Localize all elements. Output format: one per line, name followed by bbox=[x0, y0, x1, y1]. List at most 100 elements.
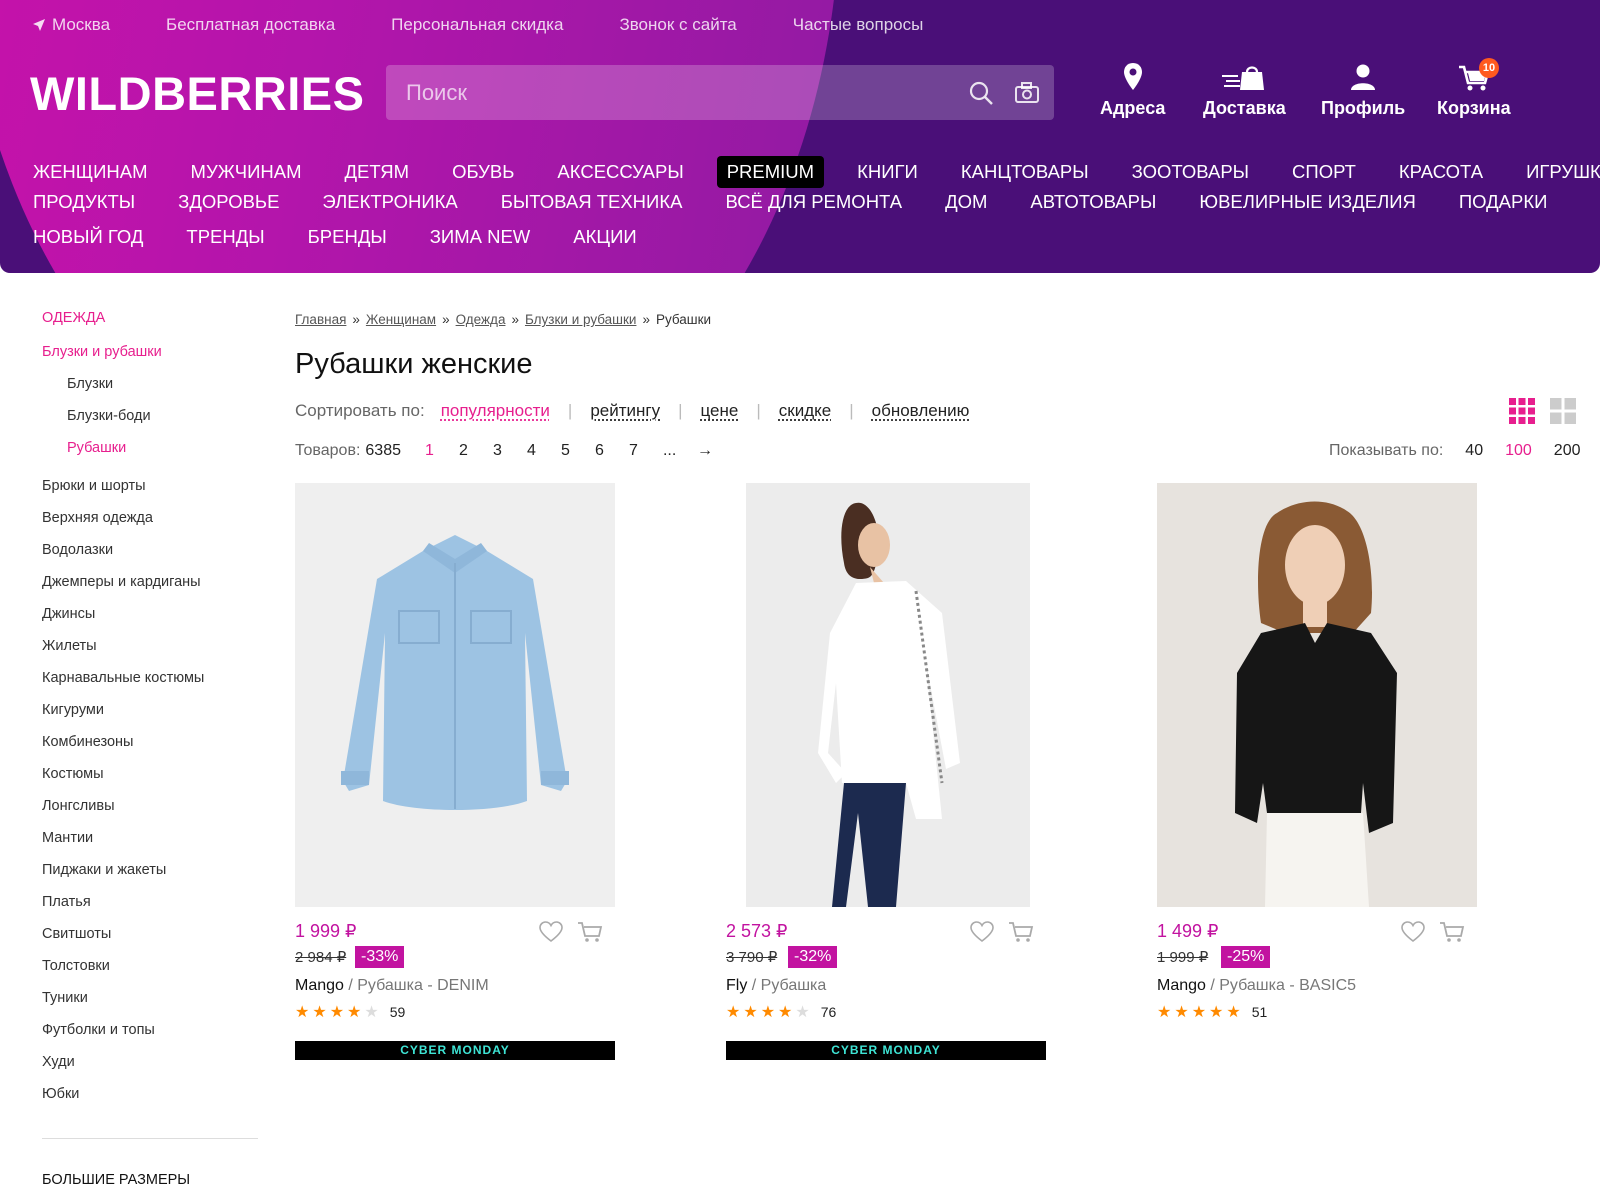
breadcrumb-link[interactable]: Одежда bbox=[456, 312, 506, 327]
nav-item-accessories[interactable]: АКСЕССУАРЫ bbox=[557, 161, 683, 183]
nav-item-sales[interactable]: АКЦИИ bbox=[573, 226, 636, 248]
nav-item-electronics[interactable]: ЭЛЕКТРОНИКА bbox=[322, 191, 457, 213]
sidebar-sub-item-active[interactable]: Рубашки bbox=[67, 440, 126, 456]
sidebar-subcategory[interactable]: Блузки и рубашки bbox=[42, 344, 162, 360]
page-link[interactable]: 2 bbox=[459, 442, 493, 460]
topbar-link-faq[interactable]: Частые вопросы bbox=[793, 15, 924, 35]
search-icon[interactable] bbox=[968, 80, 994, 106]
sort-option-price[interactable]: цене bbox=[701, 401, 739, 421]
page-link[interactable]: 4 bbox=[527, 442, 561, 460]
nav-item-kids[interactable]: ДЕТЯМ bbox=[345, 161, 410, 183]
topbar-link-personal-discount[interactable]: Персональная скидка bbox=[391, 15, 563, 35]
nav-item-men[interactable]: МУЖЧИНАМ bbox=[191, 161, 302, 183]
page-link[interactable]: 1 bbox=[425, 442, 459, 460]
add-to-cart-icon[interactable] bbox=[577, 921, 603, 943]
sidebar-item[interactable]: Платья bbox=[42, 894, 91, 910]
product-name[interactable]: Mango / Рубашка - BASIC5 bbox=[1157, 977, 1356, 995]
nav-item-books[interactable]: КНИГИ bbox=[857, 161, 918, 183]
sidebar-item[interactable]: Жилеты bbox=[42, 638, 97, 654]
sidebar-item[interactable]: Мантии bbox=[42, 830, 93, 846]
sort-option-update[interactable]: обновлению bbox=[872, 401, 970, 421]
nav-item-toys[interactable]: ИГРУШКИ bbox=[1526, 161, 1600, 183]
nav-item-beauty[interactable]: КРАСОТА bbox=[1399, 161, 1483, 183]
nav-item-premium[interactable]: PREMIUM bbox=[716, 156, 825, 188]
next-page-arrow[interactable]: → bbox=[697, 442, 731, 460]
topbar-link-free-delivery[interactable]: Бесплатная доставка bbox=[166, 15, 335, 35]
sidebar-item[interactable]: Брюки и шорты bbox=[42, 478, 146, 494]
product-name[interactable]: Fly / Рубашка bbox=[726, 977, 826, 995]
product-image[interactable] bbox=[746, 483, 1030, 907]
location-link[interactable]: Москва bbox=[32, 15, 110, 35]
sidebar-item[interactable]: Водолазки bbox=[42, 542, 113, 558]
nav-item-gifts[interactable]: ПОДАРКИ bbox=[1459, 191, 1548, 213]
sidebar-item[interactable]: Джемперы и кардиганы bbox=[42, 574, 201, 590]
page-link[interactable]: 3 bbox=[493, 442, 527, 460]
nav-item-stationery[interactable]: КАНЦТОВАРЫ bbox=[961, 161, 1089, 183]
nav-item-appliances[interactable]: БЫТОВАЯ ТЕХНИКА bbox=[501, 191, 683, 213]
sidebar-sub-item[interactable]: Блузки bbox=[67, 376, 113, 392]
page-link[interactable]: 7 bbox=[629, 442, 663, 460]
breadcrumb-link[interactable]: Женщинам bbox=[366, 312, 436, 327]
sidebar-item[interactable]: Лонгсливы bbox=[42, 798, 115, 814]
sidebar-sub-item[interactable]: Блузки-боди bbox=[67, 408, 151, 424]
sidebar-item[interactable]: Кигуруми bbox=[42, 702, 104, 718]
per-page-option-active[interactable]: 100 bbox=[1505, 442, 1532, 460]
nav-item-new-year[interactable]: НОВЫЙ ГОД bbox=[33, 226, 143, 248]
profile-button[interactable]: Профиль bbox=[1321, 62, 1405, 119]
sidebar-item[interactable]: Карнавальные костюмы bbox=[42, 670, 204, 686]
heart-icon[interactable] bbox=[970, 921, 994, 943]
promo-banner[interactable]: CYBER MONDAY bbox=[295, 1041, 615, 1060]
nav-item-women[interactable]: ЖЕНЩИНАМ bbox=[33, 161, 148, 183]
sort-option-rating[interactable]: рейтингу bbox=[590, 401, 660, 421]
search-input[interactable] bbox=[386, 65, 946, 120]
sidebar-big-sizes[interactable]: БОЛЬШИЕ РАЗМЕРЫ bbox=[42, 1172, 190, 1188]
nav-item-winter-new[interactable]: ЗИМА NEW bbox=[430, 226, 531, 248]
sidebar-item[interactable]: Юбки bbox=[42, 1086, 79, 1102]
nav-item-health[interactable]: ЗДОРОВЬЕ bbox=[178, 191, 279, 213]
nav-item-brands[interactable]: БРЕНДЫ bbox=[308, 226, 387, 248]
heart-icon[interactable] bbox=[539, 921, 563, 943]
nav-item-home[interactable]: ДОМ bbox=[945, 191, 987, 213]
product-name[interactable]: Mango / Рубашка - DENIM bbox=[295, 977, 489, 995]
sort-option-popularity[interactable]: популярности bbox=[441, 401, 550, 421]
breadcrumb-link[interactable]: Блузки и рубашки bbox=[525, 312, 636, 327]
add-to-cart-icon[interactable] bbox=[1439, 921, 1465, 943]
product-image[interactable] bbox=[1157, 483, 1477, 907]
sidebar-item[interactable]: Свитшоты bbox=[42, 926, 111, 942]
page-link[interactable]: 6 bbox=[595, 442, 629, 460]
sidebar-item[interactable]: Джинсы bbox=[42, 606, 95, 622]
add-to-cart-icon[interactable] bbox=[1008, 921, 1034, 943]
heart-icon[interactable] bbox=[1401, 921, 1425, 943]
nav-item-pets[interactable]: ЗООТОВАРЫ bbox=[1132, 161, 1249, 183]
sidebar-item[interactable]: Верхняя одежда bbox=[42, 510, 153, 526]
nav-item-repair[interactable]: ВСЁ ДЛЯ РЕМОНТА bbox=[725, 191, 902, 213]
nav-item-auto[interactable]: АВТОТОВАРЫ bbox=[1030, 191, 1156, 213]
sidebar-item[interactable]: Худи bbox=[42, 1054, 75, 1070]
sidebar-item[interactable]: Пиджаки и жакеты bbox=[42, 862, 166, 878]
page-link[interactable]: 5 bbox=[561, 442, 595, 460]
sort-option-discount[interactable]: скидке bbox=[779, 401, 831, 421]
camera-icon[interactable] bbox=[1014, 80, 1040, 106]
product-image[interactable] bbox=[295, 483, 615, 907]
per-page-option[interactable]: 40 bbox=[1465, 442, 1483, 460]
grid-small-icon[interactable] bbox=[1509, 398, 1535, 424]
nav-item-jewelry[interactable]: ЮВЕЛИРНЫЕ ИЗДЕЛИЯ bbox=[1199, 191, 1416, 213]
sidebar-item[interactable]: Туники bbox=[42, 990, 88, 1006]
promo-banner[interactable]: CYBER MONDAY bbox=[726, 1041, 1046, 1060]
nav-item-sport[interactable]: СПОРТ bbox=[1292, 161, 1356, 183]
nav-item-trends[interactable]: ТРЕНДЫ bbox=[186, 226, 264, 248]
per-page-option[interactable]: 200 bbox=[1554, 442, 1581, 460]
breadcrumb-link[interactable]: Главная bbox=[295, 312, 346, 327]
sidebar-item[interactable]: Костюмы bbox=[42, 766, 104, 782]
sidebar-category[interactable]: ОДЕЖДА bbox=[42, 310, 105, 326]
sidebar-item[interactable]: Футболки и топы bbox=[42, 1022, 155, 1038]
cart-button[interactable]: 10 Корзина bbox=[1437, 58, 1511, 119]
address-button[interactable]: Адреса bbox=[1100, 62, 1165, 119]
grid-large-icon[interactable] bbox=[1550, 398, 1576, 424]
sidebar-item[interactable]: Толстовки bbox=[42, 958, 110, 974]
delivery-button[interactable]: Доставка bbox=[1203, 62, 1286, 119]
logo[interactable]: WILDBERRIES bbox=[30, 66, 365, 121]
nav-item-food[interactable]: ПРОДУКТЫ bbox=[33, 191, 135, 213]
nav-item-shoes[interactable]: ОБУВЬ bbox=[452, 161, 514, 183]
sidebar-item[interactable]: Комбинезоны bbox=[42, 734, 133, 750]
